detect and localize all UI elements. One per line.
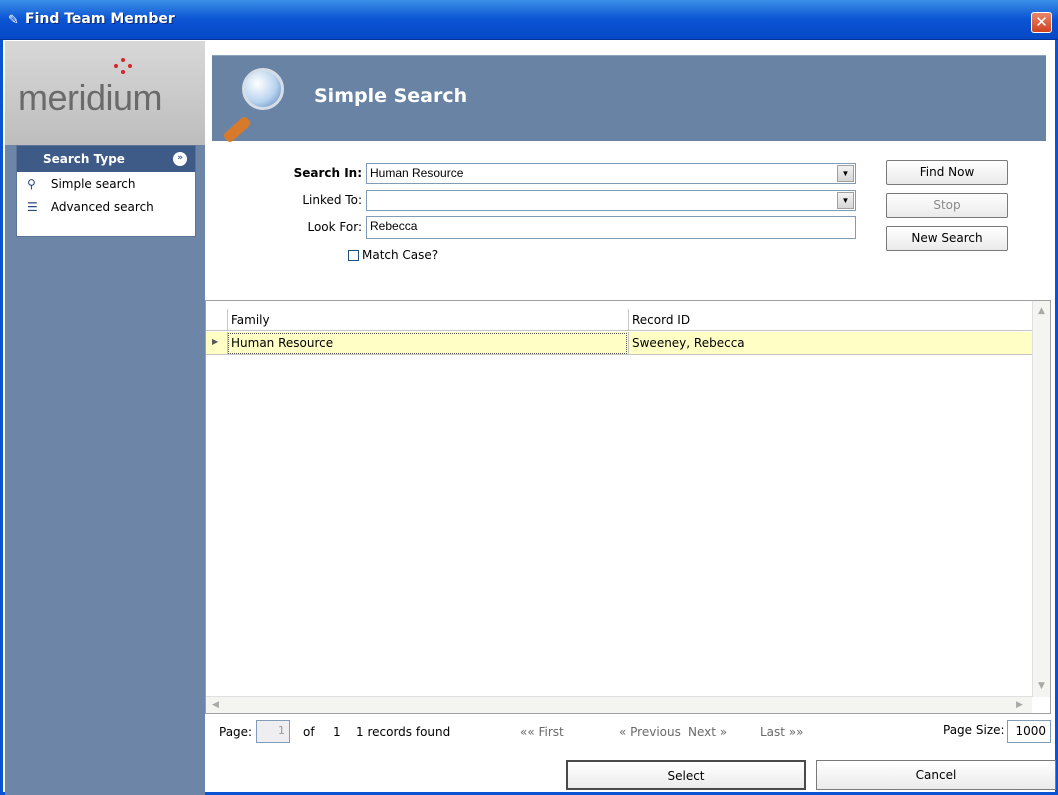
next-page-link[interactable]: Next » bbox=[688, 725, 727, 739]
logo-dots-icon bbox=[110, 58, 136, 78]
last-page-link[interactable]: Last »» bbox=[760, 725, 804, 739]
column-header-record-id[interactable]: Record ID bbox=[628, 309, 1032, 331]
window-title: Find Team Member bbox=[25, 11, 175, 27]
new-search-button[interactable]: New Search bbox=[886, 226, 1008, 251]
logo: meridium bbox=[18, 77, 163, 118]
magnifier-large-icon bbox=[220, 64, 290, 144]
match-case-checkbox[interactable] bbox=[348, 250, 359, 261]
sidebar-item-simple-search[interactable]: ⚲ Simple search bbox=[17, 172, 195, 195]
linked-to-label: Linked To: bbox=[302, 193, 362, 207]
stop-button[interactable]: Stop bbox=[886, 193, 1008, 218]
page-size-input[interactable]: 1000 bbox=[1007, 720, 1051, 743]
search-in-value: Human Resource bbox=[370, 166, 464, 180]
column-header-family[interactable]: Family bbox=[227, 309, 628, 331]
horizontal-scrollbar[interactable]: ◀ ▶ bbox=[206, 696, 1032, 713]
cancel-button[interactable]: Cancel bbox=[816, 760, 1056, 790]
scroll-down-icon[interactable]: ▼ bbox=[1038, 681, 1045, 691]
table-row[interactable]: ▶ Human Resource Sweeney, Rebecca bbox=[206, 332, 1032, 355]
total-pages: 1 bbox=[333, 725, 341, 739]
look-for-value: Rebecca bbox=[370, 219, 418, 233]
look-for-label: Look For: bbox=[307, 220, 362, 234]
sidebar-item-label: Simple search bbox=[50, 177, 136, 191]
logo-area: meridium bbox=[5, 41, 205, 145]
page-title: Simple Search bbox=[314, 85, 468, 107]
grid-header: Family Record ID bbox=[206, 309, 1032, 331]
scroll-up-icon[interactable]: ▲ bbox=[1038, 306, 1045, 316]
pin-icon: ✎ bbox=[8, 13, 19, 28]
results-grid[interactable]: Family Record ID ▶ Human Resource Sweene… bbox=[205, 300, 1051, 714]
page-number-input[interactable]: 1 bbox=[256, 720, 290, 743]
records-found: 1 records found bbox=[356, 725, 451, 739]
table-cell-family[interactable]: Human Resource bbox=[227, 332, 628, 355]
search-type-panel: Search Type » ⚲ Simple search ☰ Advanced… bbox=[16, 145, 196, 237]
chevron-down-icon[interactable]: ▼ bbox=[837, 192, 854, 209]
magnifier-icon: ⚲ bbox=[27, 177, 36, 191]
collapse-chevron-icon[interactable]: » bbox=[173, 152, 187, 166]
table-cell-record-id[interactable]: Sweeney, Rebecca bbox=[628, 332, 1032, 355]
search-type-header[interactable]: Search Type » bbox=[17, 146, 195, 172]
linked-to-dropdown[interactable]: ▼ bbox=[366, 190, 856, 211]
match-case-label: Match Case? bbox=[362, 248, 439, 262]
chevron-down-icon[interactable]: ▼ bbox=[837, 165, 854, 182]
sidebar bbox=[5, 145, 205, 795]
page-label: Page: bbox=[219, 725, 253, 739]
of-label: of bbox=[303, 725, 315, 739]
sidebar-item-advanced-search[interactable]: ☰ Advanced search bbox=[17, 195, 195, 218]
header-banner: Simple Search bbox=[212, 55, 1046, 144]
scroll-left-icon[interactable]: ◀ bbox=[212, 700, 219, 710]
search-in-label: Search In: bbox=[293, 166, 362, 180]
row-selector-icon: ▶ bbox=[212, 337, 219, 346]
search-in-dropdown[interactable]: Human Resource ▼ bbox=[366, 163, 856, 184]
vertical-scrollbar[interactable]: ▲ ▼ bbox=[1032, 301, 1050, 697]
look-for-input[interactable]: Rebecca bbox=[366, 216, 856, 239]
sidebar-item-label: Advanced search bbox=[50, 200, 154, 214]
scroll-right-icon[interactable]: ▶ bbox=[1016, 700, 1023, 710]
previous-page-link[interactable]: « Previous bbox=[619, 725, 681, 739]
window-titlebar: ✎ Find Team Member ✕ bbox=[0, 0, 1058, 40]
select-button[interactable]: Select bbox=[566, 760, 806, 790]
advanced-search-icon: ☰ bbox=[27, 200, 38, 214]
first-page-link[interactable]: «« First bbox=[520, 725, 564, 739]
page-size-label: Page Size: bbox=[943, 723, 1005, 737]
search-type-title: Search Type bbox=[43, 152, 125, 166]
close-button[interactable]: ✕ bbox=[1031, 12, 1052, 33]
find-now-button[interactable]: Find Now bbox=[886, 160, 1008, 185]
